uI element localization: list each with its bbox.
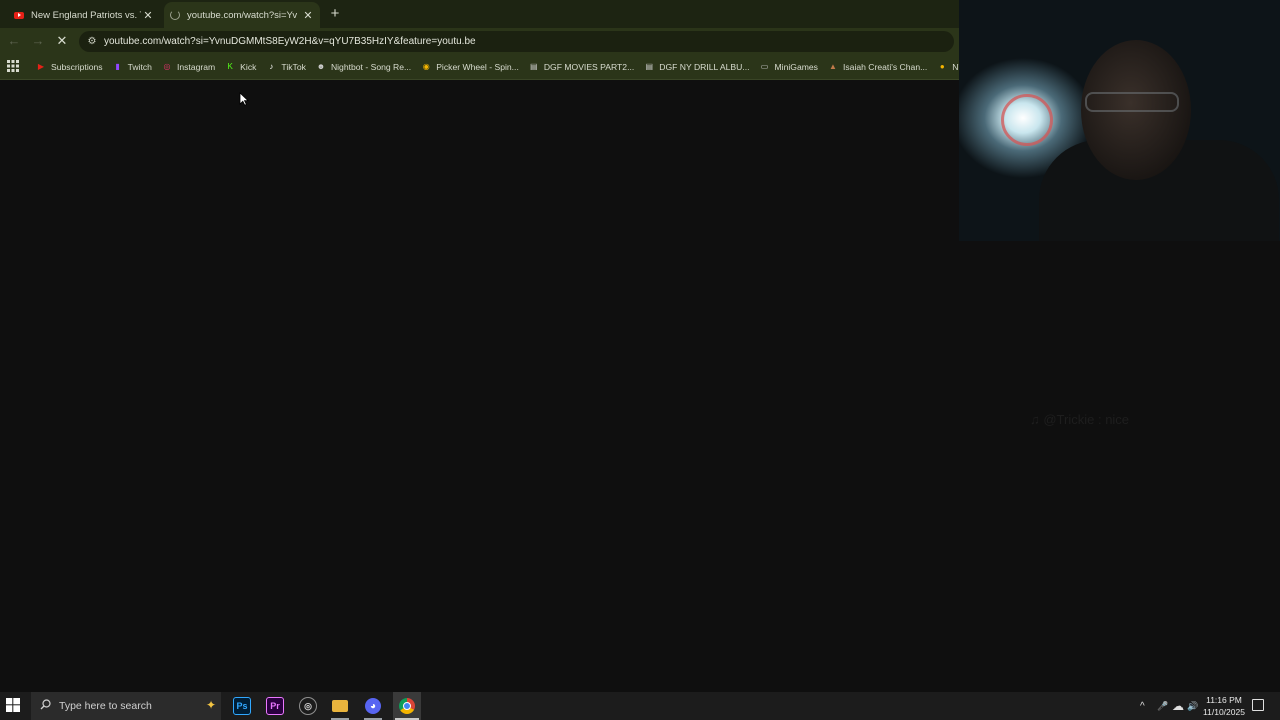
bookmark-item[interactable]: ▭ MiniGames bbox=[760, 62, 818, 72]
webcam-person-glasses bbox=[1085, 92, 1179, 112]
system-clock[interactable]: 11:16 PM 11/10/2025 bbox=[1198, 694, 1250, 718]
youtube-icon: ▶ bbox=[37, 62, 45, 71]
microphone-icon[interactable]: 🎤 bbox=[1157, 692, 1168, 720]
ring-light bbox=[1001, 94, 1053, 146]
bookmark-label: DGF MOVIES PART2... bbox=[543, 62, 635, 72]
bookmark-label: Kick bbox=[240, 62, 257, 72]
bookmark-label: Nightbot - Song Re... bbox=[330, 62, 412, 72]
clock-time: 11:16 PM bbox=[1206, 695, 1242, 705]
premiere-icon[interactable]: Pr bbox=[264, 696, 286, 716]
file-explorer-icon[interactable] bbox=[329, 696, 351, 716]
tab-patriots[interactable]: New England Patriots vs. Tampa ✕ bbox=[8, 2, 160, 28]
apps-grid-icon[interactable] bbox=[7, 60, 21, 74]
bookmark-item[interactable]: ●NY Drill Deads bbox=[937, 62, 960, 72]
tab-title: youtube.com/watch?si=YvnuDGMMtS8EyW2H&v=… bbox=[187, 9, 297, 21]
tray-chevron-icon[interactable]: ^ bbox=[1140, 692, 1145, 720]
onedrive-cloud-icon[interactable]: ☁ bbox=[1172, 692, 1184, 720]
chat-overlay-text: ♫ @Trickie : nice bbox=[1030, 412, 1130, 427]
clock-date: 11/10/2025 bbox=[1203, 707, 1245, 717]
bookmarks-bar: ▶ Subscriptions ▮ Twitch ◎ Instagram K Kick ♪ Tik… bbox=[0, 55, 960, 80]
discord-icon[interactable]: ◕ bbox=[362, 696, 384, 716]
forward-button[interactable]: → bbox=[30, 33, 46, 49]
bookmark-item[interactable]: ▤ DGF MOVIES PART2... bbox=[529, 62, 634, 72]
bookmark-item[interactable]: ◉ Picker Wheel - Spin... bbox=[421, 62, 519, 72]
davinci-resolve-icon[interactable]: ◎ bbox=[297, 696, 319, 716]
bookmark-item[interactable]: ♪ TikTok bbox=[266, 62, 306, 72]
drill-icon: ● bbox=[939, 62, 945, 71]
loading-spinner-icon bbox=[170, 10, 180, 20]
browser-toolbar: ← → ✕ ⚙ youtube.com/watch?si=YvnuDGMMtS8… bbox=[0, 28, 960, 55]
nightbot-icon: ☻ bbox=[316, 62, 326, 71]
bookmark-item[interactable]: ▮ Twitch bbox=[113, 62, 152, 72]
picker-wheel-icon: ◉ bbox=[422, 62, 430, 71]
tiktok-icon: ♪ bbox=[269, 62, 274, 71]
bookmark-list: ▶ Subscriptions ▮ Twitch ◎ Instagram K Kick ♪ Tik… bbox=[36, 55, 960, 79]
notification-icon[interactable] bbox=[1252, 699, 1264, 711]
bookmark-item[interactable]: K Kick bbox=[225, 62, 257, 72]
back-button[interactable]: ← bbox=[6, 33, 22, 49]
kick-icon: K bbox=[227, 62, 233, 71]
bookmark-item[interactable]: ☻ Nightbot - Song Re... bbox=[316, 62, 411, 72]
close-icon[interactable]: ✕ bbox=[142, 9, 154, 22]
search-placeholder[interactable]: Type here to search bbox=[59, 700, 152, 712]
tab-title: New England Patriots vs. Tampa bbox=[31, 9, 141, 21]
page-icon: ▤ bbox=[530, 62, 538, 71]
close-icon[interactable]: ✕ bbox=[302, 9, 314, 22]
bookmark-label: Twitch bbox=[127, 62, 152, 72]
address-bar[interactable]: ⚙ youtube.com/watch?si=YvnuDGMMtS8EyW2H&… bbox=[79, 31, 954, 52]
webcam-overlay bbox=[959, 0, 1280, 241]
bookmark-label: MiniGames bbox=[774, 62, 818, 72]
bookmark-label: Picker Wheel - Spin... bbox=[436, 62, 519, 72]
chrome-icon[interactable] bbox=[393, 692, 421, 720]
new-tab-button[interactable]: + bbox=[327, 5, 343, 22]
bookmark-label: DGF NY DRILL ALBU... bbox=[659, 62, 750, 72]
bookmark-item[interactable]: ▤ DGF NY DRILL ALBU... bbox=[644, 62, 749, 72]
bookmark-item[interactable]: ▲ Isaiah Creati's Chan... bbox=[828, 62, 927, 72]
search-icon bbox=[40, 699, 52, 713]
speaker-icon[interactable]: 🔊 bbox=[1187, 692, 1198, 720]
bookmark-item[interactable]: ▶ Subscriptions bbox=[36, 62, 103, 72]
channel-icon: ▲ bbox=[829, 62, 837, 71]
windows-start-icon[interactable] bbox=[6, 698, 22, 714]
tab-youtube-watch[interactable]: youtube.com/watch?si=YvnuDGMMtS8EyW2H&v=… bbox=[164, 2, 320, 28]
youtube-icon bbox=[14, 10, 24, 20]
site-info-icon[interactable]: ⚙ bbox=[85, 36, 99, 47]
bookmark-label: Subscriptions bbox=[51, 62, 103, 72]
bookmark-label: Isaiah Creati's Chan... bbox=[842, 62, 928, 72]
folder-icon: ▭ bbox=[760, 62, 769, 71]
page-icon: ▤ bbox=[645, 62, 654, 71]
taskbar-search[interactable]: Type here to search ✦ bbox=[31, 692, 221, 720]
tab-strip: New England Patriots vs. Tampa ✕ youtube… bbox=[0, 0, 960, 28]
bookmark-label: Instagram bbox=[176, 62, 216, 72]
twitch-icon: ▮ bbox=[115, 62, 120, 71]
windows-taskbar: Type here to search ✦ Ps Pr ◎ ◕ ^ 🎤 ☁ 🔊 … bbox=[0, 692, 1280, 720]
search-highlight-icon: ✦ bbox=[206, 698, 217, 712]
bookmark-label: TikTok bbox=[281, 62, 306, 72]
stop-loading-button[interactable]: ✕ bbox=[54, 33, 70, 49]
photoshop-icon[interactable]: Ps bbox=[231, 696, 253, 716]
mouse-cursor-icon bbox=[239, 92, 250, 111]
url-text[interactable]: youtube.com/watch?si=YvnuDGMMtS8EyW2H&v=… bbox=[104, 36, 476, 47]
bookmark-item[interactable]: ◎ Instagram bbox=[162, 62, 215, 72]
instagram-icon: ◎ bbox=[163, 62, 171, 71]
